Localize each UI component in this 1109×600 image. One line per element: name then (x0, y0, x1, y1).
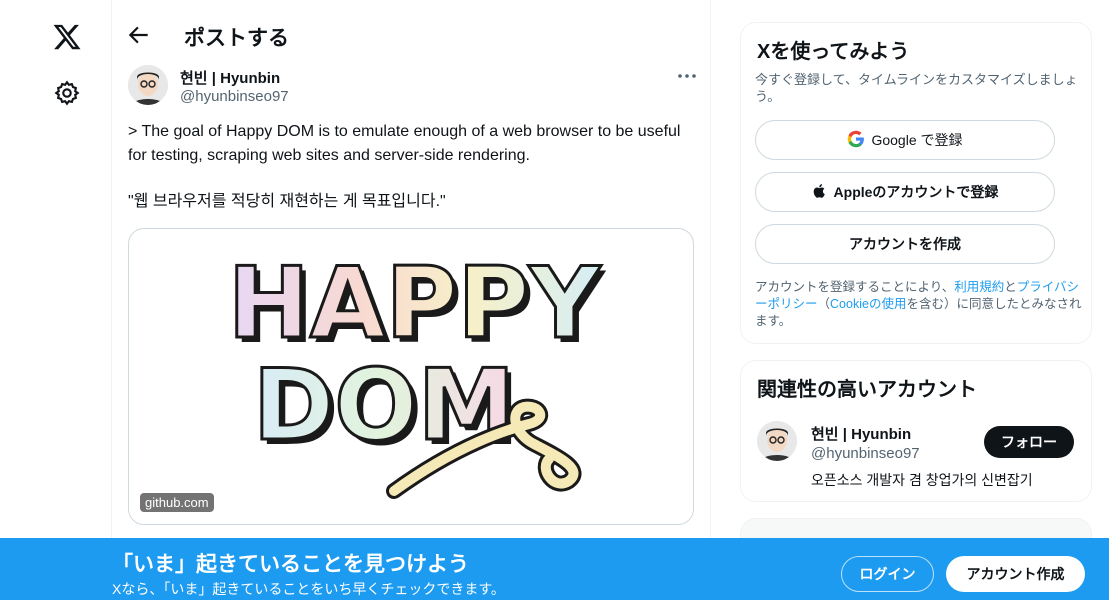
signup-button[interactable]: アカウント作成 (946, 556, 1085, 592)
signup-box: Xを使ってみよう 今すぐ登録して、タイムラインをカスタマイズしましょう。 Goo… (740, 22, 1092, 344)
signup-banner: 「いま」起きていることを見つけよう Xなら、「いま」起きていることをいち早くチェ… (0, 538, 1109, 600)
post-author: 현빈 | Hyunbin @hyunbinseo97 (128, 64, 698, 108)
google-signup-button[interactable]: Google で登録 (755, 120, 1055, 160)
create-account-label: アカウントを作成 (849, 236, 961, 252)
logo-word: HAPPY (228, 247, 602, 361)
happy-dom-logo-image: HAPPY HAPPY DOM DOM (226, 246, 606, 499)
author-handle[interactable]: @hyunbinseo97 (180, 88, 289, 105)
related-title: 関連性の高いアカウント (757, 379, 977, 401)
page-title: ポストする (184, 27, 289, 50)
signup-subtitle: 今すぐ登録して、タイムラインをカスタマイズしましょう。 (755, 72, 1078, 104)
ellipsis-icon[interactable] (675, 66, 699, 86)
left-nav (0, 0, 112, 600)
create-account-button[interactable]: アカウントを作成 (755, 224, 1055, 264)
post-text: > The goal of Happy DOM is to emulate en… (128, 120, 698, 214)
post-header: ポストする (112, 0, 711, 72)
related-account-name[interactable]: 현빈 | Hyunbin (811, 423, 911, 444)
x-logo-icon[interactable] (52, 22, 82, 52)
apple-icon (812, 183, 828, 202)
signup-title: Xを使ってみよう (757, 41, 910, 63)
post-text-line: "웹 브라우저를 적당히 재현하는 게 목표입니다." (128, 193, 446, 210)
avatar[interactable] (757, 421, 797, 461)
arrow-left-icon[interactable] (126, 22, 152, 48)
follow-button[interactable]: フォロー (984, 426, 1074, 458)
right-sidebar: Xを使ってみよう 今すぐ登録して、タイムラインをカスタマイズしましょう。 Goo… (740, 0, 1092, 600)
legal-text: アカウントを登録することにより、 (755, 280, 955, 294)
gear-icon[interactable] (53, 79, 81, 107)
related-accounts-box: 関連性の高いアカウント 현빈 | Hyunbin @hyunbinseo97 오… (740, 360, 1092, 502)
login-button[interactable]: ログイン (841, 556, 934, 592)
banner-subtitle: Xなら、「いま」起きていることをいち早くチェックできます。 (112, 581, 505, 597)
banner-title: 「いま」起きていることを見つけよう (112, 553, 469, 576)
link-card[interactable]: HAPPY HAPPY DOM DOM github.com (128, 228, 694, 525)
apple-signup-button[interactable]: Appleのアカウントで登録 (755, 172, 1055, 212)
avatar[interactable] (128, 65, 168, 105)
terms-link[interactable]: 利用規約 (954, 280, 1004, 294)
google-icon (847, 130, 865, 151)
legal-notice: アカウントを登録することにより、利用規約とプライバシーポリシー（Cookieの使… (755, 279, 1085, 330)
author-name[interactable]: 현빈 | Hyunbin (180, 67, 280, 88)
main-column: ポストする 현빈 | Hyunbin @hyunbinseo97 > The g… (112, 0, 711, 600)
card-domain: github.com (140, 493, 214, 512)
legal-text: （ (817, 297, 831, 311)
google-signup-label: Google で登録 (871, 132, 963, 148)
legal-text: と (1004, 280, 1017, 294)
apple-signup-label: Appleのアカウントで登録 (833, 184, 999, 200)
related-account-bio: 오픈소스 개발자 겸 창업가의 신변잡기 (811, 472, 1033, 488)
related-account-handle[interactable]: @hyunbinseo97 (811, 445, 920, 462)
cookie-link[interactable]: Cookieの使用 (830, 297, 906, 311)
post-text-line: > The goal of Happy DOM is to emulate en… (128, 123, 685, 164)
